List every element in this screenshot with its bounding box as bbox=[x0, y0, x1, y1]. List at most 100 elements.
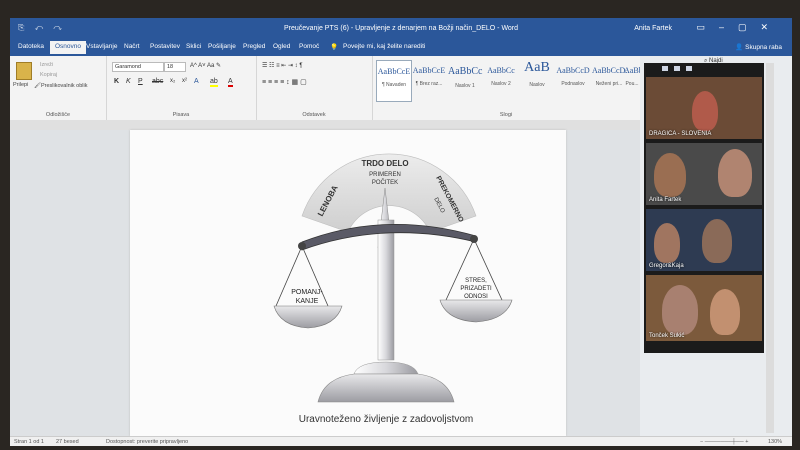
bold-button[interactable]: K bbox=[114, 78, 119, 85]
lightbulb-icon[interactable]: 💡 bbox=[330, 43, 338, 51]
window-title: Preučevanje PTS (6) - Upravljenje z dena… bbox=[283, 25, 519, 32]
align-icons[interactable]: ≡ ≡ ≡ ≡ ↕ ▦ ▢ bbox=[262, 78, 307, 86]
tab-layout[interactable]: Postavitev bbox=[150, 43, 180, 50]
layout-icon[interactable] bbox=[686, 66, 692, 71]
paragraph-label: Odstavek bbox=[302, 112, 326, 118]
word-count[interactable]: 27 besed bbox=[56, 439, 79, 445]
font-color-icon[interactable]: A bbox=[228, 78, 233, 87]
style-subtitle[interactable]: AaBbCcD Podnaslov bbox=[556, 60, 590, 100]
scale-base-top bbox=[353, 361, 419, 375]
font-group: Garamond 18 A^ A˅ Aa ✎ K K P abc x₂ x² A… bbox=[106, 56, 257, 120]
left-pan-label2: KANJE bbox=[296, 298, 319, 305]
left-chain-1 bbox=[275, 245, 303, 307]
participant-video bbox=[654, 153, 686, 197]
right-pan-label3: ODNOSI bbox=[464, 294, 488, 300]
copy-button[interactable]: Kopiraj bbox=[40, 72, 57, 78]
tab-file[interactable]: Datoteka bbox=[18, 43, 44, 50]
tab-mailings[interactable]: Pošiljanje bbox=[208, 43, 236, 50]
style-normal[interactable]: AaBbCcE ¶ Navaden bbox=[376, 60, 412, 102]
video-call-panel: DRAGICA - SLOVENIA Anita Fartek Gregor&K… bbox=[644, 63, 764, 353]
style-heading-1[interactable]: AaBbCc Naslov 1 bbox=[448, 60, 482, 100]
status-bar: Stran 1 od 1 27 besed Dostopnost: prever… bbox=[10, 436, 792, 446]
share-button[interactable]: 👤 Skupna raba bbox=[735, 43, 782, 51]
participant-tile-3[interactable]: Gregor&Kaja bbox=[646, 209, 762, 271]
participant-video bbox=[654, 223, 680, 263]
italic-button[interactable]: K bbox=[126, 78, 131, 85]
style-more[interactable]: AaBbCcDPou... bbox=[624, 60, 640, 100]
grid-icon[interactable] bbox=[674, 66, 680, 71]
tab-design[interactable]: Načrt bbox=[124, 43, 140, 50]
participant-video bbox=[718, 149, 752, 197]
accessibility-status[interactable]: Dostopnost: preverite pripravljeno bbox=[106, 439, 188, 445]
font-size-select[interactable]: 18 bbox=[164, 62, 186, 72]
tab-insert[interactable]: Vstavljanje bbox=[86, 43, 117, 50]
list-icons[interactable]: ☰ ☷ ≡ ⇤ ⇥ ↕ ¶ bbox=[262, 62, 303, 69]
page-count[interactable]: Stran 1 od 1 bbox=[14, 439, 44, 445]
styles-label: Slogi bbox=[499, 112, 513, 118]
style-subtle-emphasis[interactable]: AaBbCcD. Neženi pri... bbox=[592, 60, 627, 100]
brush-icon: 🖌 bbox=[34, 83, 41, 89]
participant-tile-2[interactable]: Anita Fartek bbox=[646, 143, 762, 205]
ribbon-tabs: Datoteka Osnovno Vstavljanje Načrt Posta… bbox=[10, 40, 792, 56]
person-icon: 👤 bbox=[735, 44, 746, 51]
user-name[interactable]: Anita Fartek bbox=[634, 25, 672, 32]
tab-home[interactable]: Osnovno bbox=[50, 41, 87, 54]
font-name-select[interactable]: Garamond bbox=[112, 62, 164, 72]
style-no-spacing[interactable]: AaBbCcE ¶ Brez raz... bbox=[412, 60, 446, 100]
participant-name: Anita Fartek bbox=[649, 197, 682, 203]
paragraph-group: ☰ ☷ ≡ ⇤ ⇥ ↕ ¶ ≡ ≡ ≡ ≡ ↕ ▦ ▢ Odstavek bbox=[256, 56, 373, 120]
right-pan-label1: STRES, bbox=[465, 278, 487, 284]
tell-me-box[interactable]: Povejte mi, kaj želite narediti bbox=[343, 43, 425, 50]
paste-button[interactable]: Prilepi bbox=[13, 82, 28, 88]
font-label: Pisava bbox=[172, 112, 190, 118]
clipboard-label: Odložišče bbox=[45, 112, 71, 118]
underline-button[interactable]: P bbox=[138, 78, 143, 85]
participant-video bbox=[710, 289, 740, 335]
format-painter-button[interactable]: 🖌Preslikovalnik oblik bbox=[34, 83, 87, 89]
styles-group: AaBbCcE ¶ Navaden AaBbCcE ¶ Brez raz... Aa… bbox=[372, 56, 640, 120]
tab-view[interactable]: Ogled bbox=[273, 43, 290, 50]
document-area: TRDO DELO PRIMEREN POČITEK LENOBA PREKOM… bbox=[10, 130, 640, 436]
diagram-caption: Uravnoteženo življenje z zadovoljstvom bbox=[299, 414, 474, 425]
style-heading-2[interactable]: AaBbCc Naslov 2 bbox=[484, 60, 518, 100]
arc-label-top-sub1: PRIMEREN bbox=[369, 172, 401, 178]
zoom-slider[interactable]: − ───────┼── + bbox=[700, 439, 748, 445]
paste-icon[interactable] bbox=[16, 62, 32, 80]
participant-name: Gregor&Kaja bbox=[649, 263, 684, 269]
video-toolbar bbox=[644, 63, 764, 75]
subscript-button[interactable]: x₂ bbox=[170, 78, 175, 84]
text-effects-icon[interactable]: A bbox=[194, 78, 199, 85]
ribbon: Prilepi Izreži Kopiraj 🖌Preslikovalnik o… bbox=[10, 56, 640, 121]
superscript-button[interactable]: x² bbox=[182, 78, 187, 84]
participant-video bbox=[692, 91, 718, 131]
window-controls[interactable]: ▭–▢✕ bbox=[696, 22, 782, 33]
strikethrough-button[interactable]: abc bbox=[152, 78, 163, 85]
arc-label-top-sub2: POČITEK bbox=[372, 179, 398, 186]
tab-references[interactable]: Sklici bbox=[186, 43, 201, 50]
arc-label-top: TRDO DELO bbox=[361, 159, 408, 168]
participant-video bbox=[702, 219, 732, 263]
right-pan-label2: PRIZADETI bbox=[460, 286, 492, 292]
ruler[interactable] bbox=[10, 120, 640, 130]
zoom-level[interactable]: 130% bbox=[768, 439, 782, 445]
participant-tile-4[interactable]: Tonček Sukić bbox=[646, 275, 762, 341]
style-title[interactable]: AaB Naslov bbox=[520, 60, 554, 100]
left-pan bbox=[273, 305, 343, 329]
highlight-icon[interactable]: ab bbox=[210, 78, 218, 87]
tab-help[interactable]: Pomoč bbox=[299, 43, 319, 50]
view-icon[interactable] bbox=[662, 66, 668, 71]
font-grow-icon[interactable]: A^ A˅ Aa ✎ bbox=[190, 62, 221, 69]
balance-scale-diagram: TRDO DELO PRIMEREN POČITEK LENOBA PREKOM… bbox=[273, 153, 513, 425]
left-chain-2 bbox=[301, 245, 329, 307]
document-page[interactable]: TRDO DELO PRIMEREN POČITEK LENOBA PREKOM… bbox=[130, 130, 566, 436]
cut-button[interactable]: Izreži bbox=[40, 62, 53, 68]
vertical-scrollbar[interactable] bbox=[766, 63, 774, 433]
word-window: ⎘ ↶ ↷ Preučevanje PTS (6) - Upravljenje … bbox=[10, 18, 792, 446]
scale-pillar bbox=[377, 219, 395, 361]
participant-tile-1[interactable]: DRAGICA - SLOVENIA bbox=[646, 77, 762, 139]
left-pan-label1: POMANJ- bbox=[291, 289, 323, 296]
tab-review[interactable]: Pregled bbox=[243, 43, 265, 50]
scale-base bbox=[317, 373, 455, 403]
participant-video bbox=[662, 285, 698, 335]
title-bar: ⎘ ↶ ↷ Preučevanje PTS (6) - Upravljenje … bbox=[10, 18, 792, 40]
